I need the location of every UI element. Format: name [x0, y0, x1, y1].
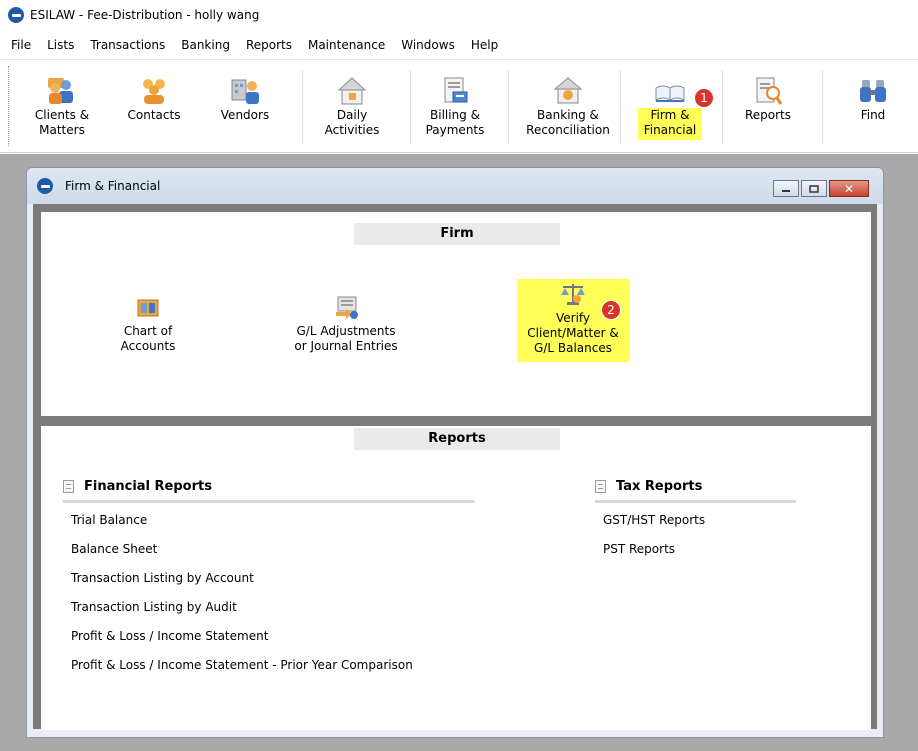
restore-icon[interactable] [801, 180, 827, 197]
report-balance-sheet[interactable]: Balance Sheet [71, 542, 157, 556]
menu-windows[interactable]: Windows [400, 36, 456, 54]
financial-reports-title: Financial Reports [63, 479, 212, 494]
open-book-icon [654, 76, 686, 106]
reports-label: Reports [744, 108, 792, 122]
find-label: Find [860, 108, 886, 122]
mdi-workspace: Firm & Financial ✕ Firm Chart of Account… [0, 154, 918, 751]
menu-reports[interactable]: Reports [245, 36, 293, 54]
financial-reports-divider [63, 500, 475, 503]
child-window-title-bar[interactable]: Firm & Financial ✕ [27, 168, 883, 204]
menu-lists[interactable]: Lists [46, 36, 75, 54]
firm-financial-window: Firm & Financial ✕ Firm Chart of Account… [26, 167, 884, 738]
chart-of-accounts-item[interactable]: Chart of Accounts [103, 294, 193, 354]
report-transaction-listing-audit[interactable]: Transaction Listing by Audit [71, 600, 237, 614]
toolbar-separator [302, 70, 303, 144]
vendors-button[interactable]: Vendors [210, 60, 280, 154]
billing-payments-label: Billing & Payments [425, 108, 485, 137]
chart-of-accounts-label: Chart of Accounts [120, 324, 176, 353]
step-badge-1: 1 [694, 88, 714, 108]
bank-icon [552, 76, 584, 106]
reports-button[interactable]: Reports [726, 60, 810, 154]
binoculars-icon [857, 76, 889, 106]
window-controls: ✕ [771, 180, 869, 197]
verify-balances-item[interactable]: Verify Client/Matter & G/L Balances [517, 279, 629, 362]
menu-transactions[interactable]: Transactions [89, 36, 166, 54]
clients-matters-icon [46, 76, 78, 106]
contacts-icon [138, 76, 170, 106]
report-profit-loss[interactable]: Profit & Loss / Income Statement [71, 629, 268, 643]
menu-file[interactable]: File [10, 36, 32, 54]
toolbar-separator [620, 70, 621, 144]
toolbar-separator [722, 70, 723, 144]
vendors-label: Vendors [220, 108, 270, 122]
contacts-button[interactable]: Contacts [116, 60, 192, 154]
daily-activities-label: Daily Activities [324, 108, 380, 137]
report-gst-hst[interactable]: GST/HST Reports [603, 513, 705, 527]
gl-adjustments-label: G/L Adjustments or Journal Entries [294, 324, 398, 353]
firm-financial-label: Firm & Financial [637, 108, 703, 140]
firm-panel: Firm Chart of Accounts G/L Adjustments o… [41, 212, 871, 416]
firm-financial-button[interactable]: Firm & Financial [630, 60, 710, 154]
child-window-title: Firm & Financial [65, 179, 161, 193]
menu-help[interactable]: Help [470, 36, 499, 54]
banking-reconciliation-label: Banking & Reconciliation [526, 108, 610, 137]
reports-section-header: Reports [354, 428, 560, 450]
toolbar-separator [822, 70, 823, 144]
financial-reports-title-text: Financial Reports [84, 479, 212, 494]
gl-adjustments-item[interactable]: G/L Adjustments or Journal Entries [281, 294, 411, 354]
report-transaction-listing-account[interactable]: Transaction Listing by Account [71, 571, 254, 585]
contacts-label: Contacts [127, 108, 181, 122]
firm-section-header: Firm [354, 223, 560, 245]
report-profit-loss-prior-year[interactable]: Profit & Loss / Income Statement - Prior… [71, 658, 413, 672]
toolbar-separator [508, 70, 509, 144]
title-bar: ESILAW - Fee-Distribution - holly wang [0, 0, 918, 30]
balance-scale-icon [559, 281, 587, 307]
toolbar-grip[interactable] [8, 66, 11, 146]
step-badge-2: 2 [601, 300, 621, 320]
report-pst[interactable]: PST Reports [603, 542, 675, 556]
tax-reports-title-text: Tax Reports [616, 479, 703, 494]
toolbar-separator [410, 70, 411, 144]
scales-icon [8, 7, 24, 23]
child-window-body: Firm Chart of Accounts G/L Adjustments o… [33, 204, 877, 730]
find-button[interactable]: Find [838, 60, 908, 154]
clients-matters-label: Clients & Matters [34, 108, 90, 137]
menu-banking[interactable]: Banking [180, 36, 231, 54]
clients-matters-button[interactable]: Clients & Matters [24, 60, 100, 154]
journal-entries-icon [332, 294, 360, 320]
daily-activities-button[interactable]: Daily Activities [314, 60, 390, 154]
minimize-icon[interactable] [773, 180, 799, 197]
app-title: ESILAW - Fee-Distribution - holly wang [30, 8, 260, 22]
report-trial-balance[interactable]: Trial Balance [71, 513, 147, 527]
chart-of-accounts-icon [134, 294, 162, 320]
tax-reports-title: Tax Reports [595, 479, 702, 494]
scales-icon [37, 178, 53, 194]
main-toolbar: Clients & Matters Contacts Vendors Daily… [0, 59, 918, 153]
menu-maintenance[interactable]: Maintenance [307, 36, 386, 54]
billing-icon [439, 76, 471, 106]
billing-payments-button[interactable]: Billing & Payments [416, 60, 494, 154]
vendors-icon [229, 76, 261, 106]
document-icon [63, 480, 74, 493]
menu-bar: File Lists Transactions Banking Reports … [0, 33, 918, 57]
house-icon [336, 76, 368, 106]
document-icon [595, 480, 606, 493]
reports-panel: Reports Financial Reports Trial Balance … [41, 426, 871, 730]
banking-reconciliation-button[interactable]: Banking & Reconciliation [518, 60, 618, 154]
reports-magnifier-icon [752, 76, 784, 106]
tax-reports-divider [595, 500, 796, 503]
close-icon[interactable]: ✕ [829, 180, 869, 197]
